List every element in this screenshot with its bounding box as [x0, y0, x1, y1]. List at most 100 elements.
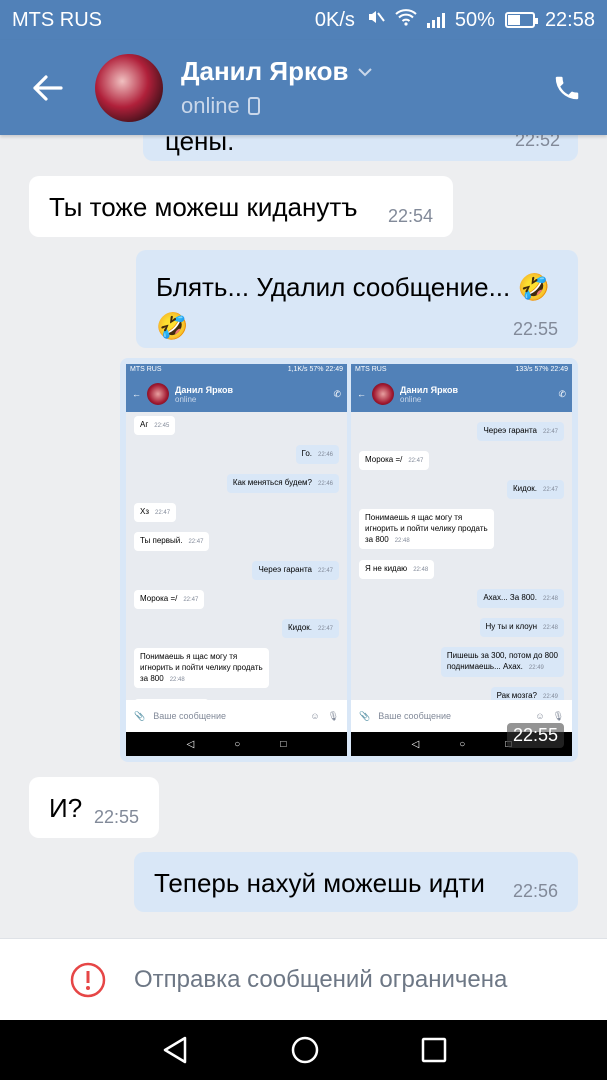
mini-message-text: Череэ гаранта [483, 426, 537, 435]
mini-message-text: Ну ты и клоун [485, 622, 537, 631]
contact-status: online [181, 93, 240, 118]
mini-message-time: 22:46 [317, 452, 333, 458]
message-text: Теперь нахуй можешь идти [154, 868, 485, 898]
contact-name: Данил Ярков [181, 56, 349, 86]
message-bubble[interactable]: Ты тоже можеш киданутъ 22:54 [29, 176, 453, 237]
mini-message-bubble: Понимаешь я щас могу тя игнорить и пойти… [359, 509, 494, 550]
call-button[interactable] [527, 73, 607, 103]
phone-icon: ✆ [333, 388, 341, 399]
mobile-icon [247, 97, 260, 115]
mini-message-text: Хз [140, 507, 150, 516]
home-circle-icon: ○ [234, 738, 241, 750]
mini-message-time: 22:48 [413, 567, 429, 573]
mini-message-time: 22:49 [528, 664, 544, 671]
avatar[interactable] [95, 53, 163, 122]
recents-square-icon[interactable] [421, 1037, 447, 1063]
battery-percent: 57% [309, 366, 324, 373]
mute-icon [365, 7, 385, 33]
mini-message-bubble: Ахах... За 800. 22:48 [477, 589, 564, 608]
mini-message-text: Рак мозга? [496, 691, 537, 700]
message-time: 22:55 [512, 319, 558, 339]
message-time: 22:55 [506, 723, 564, 748]
message-list: Череэ гаранта 22:47 Морока =/ 22:47 Кидок. 22… [351, 412, 572, 706]
mini-message-bubble: Ну ты и клоун 22:48 [479, 618, 564, 637]
paperclip-icon: 📎 [134, 710, 146, 721]
battery-icon [504, 12, 538, 28]
image-message[interactable]: MTS RUS 1,1K/s 57% 22:49 ← Данил Ярков onl… [120, 358, 578, 762]
wifi-icon [395, 8, 417, 32]
net-speed: 1,1K/s [287, 366, 308, 373]
mini-message-time: 22:46 [317, 481, 333, 487]
message-text: И? [49, 793, 83, 823]
mini-message-time: 22:47 [317, 626, 333, 632]
mini-message-time: 22:47 [317, 568, 333, 574]
mini-message-bubble: Кидок. 22:47 [507, 480, 564, 499]
microphone-icon: 🎙 [552, 710, 564, 721]
mini-message-time: 22:48 [394, 537, 410, 544]
mini-message-bubble: Череэ гаранта 22:47 [252, 561, 339, 580]
mini-message-bubble: Морока =/ 22:47 [359, 451, 430, 470]
net-speed: 0K/s [314, 8, 355, 31]
phone-icon: ✆ [558, 388, 566, 399]
net-speed: 133/s [515, 366, 533, 373]
mini-message-text: Кидок. [513, 484, 537, 493]
message-time: 22:56 [512, 881, 558, 901]
restriction-notice: Отправка сообщений ограничена [0, 938, 607, 1020]
screenshot-left: MTS RUS 1,1K/s 57% 22:49 ← Данил Ярков onl… [126, 364, 347, 756]
mini-message-bubble: Ты первый. 22:47 [134, 532, 210, 551]
clock: 22:49 [325, 366, 343, 373]
avatar [147, 383, 169, 405]
mini-message-bubble: Пишешь за 300, потом до 800 поднимаешь..… [440, 647, 564, 677]
phone-icon [555, 76, 579, 99]
mini-message-text: Морока =/ [365, 455, 403, 464]
mini-message-bubble: Как меняться будем? 22:46 [226, 474, 339, 493]
mini-message-text: Морока =/ [140, 594, 178, 603]
clock: 22:49 [550, 366, 568, 373]
message-text: Блять... Удалил сообщение... 🤣 🤣 [156, 272, 550, 341]
chevron-down-icon [357, 67, 372, 76]
mini-message-bubble: Аг 22:45 [134, 416, 176, 435]
paperclip-icon: 📎 [359, 710, 371, 721]
clock: 22:58 [544, 8, 595, 31]
message-list: Аг 22:45 Го. 22:46 Как меняться будем? 22:46 Х… [126, 412, 347, 718]
signal-icon [426, 12, 445, 28]
message-bubble[interactable]: Теперь нахуй можешь идти 22:56 [134, 852, 578, 912]
mini-message-text: Кидок. [288, 623, 312, 632]
carrier-label: MTS RUS [130, 366, 162, 373]
mini-message-time: 22:48 [169, 676, 185, 683]
contact-status: online [400, 394, 422, 404]
back-triangle-icon[interactable] [161, 1035, 189, 1065]
mini-message-time: 22:48 [542, 596, 558, 602]
screenshot-right: MTS RUS 133/s 57% 22:49 ← Данил Ярков onli… [351, 364, 572, 756]
contact-info[interactable]: Данил Ярков online [181, 56, 527, 119]
mini-message-time: 22:47 [542, 487, 558, 493]
contact-name: Данил Ярков [400, 384, 458, 395]
message-time: 22:54 [387, 206, 433, 226]
mini-message-text: Го. [301, 449, 312, 458]
back-triangle-icon: ◁ [186, 738, 195, 750]
message-bubble[interactable]: И? 22:55 [29, 777, 159, 838]
home-circle-icon[interactable] [290, 1035, 320, 1065]
mini-message-time: 22:47 [408, 458, 424, 464]
mini-message-text: Как меняться будем? [232, 478, 312, 487]
mini-message-time: 22:47 [155, 510, 171, 516]
emoji-icon: ☺ [535, 711, 545, 721]
chat-header: Данил Ярков online [0, 40, 607, 135]
message-text: Ты тоже можеш киданутъ [49, 192, 358, 222]
mini-message-bubble: Череэ гаранта 22:47 [477, 422, 564, 441]
carrier-label: MTS RUS [12, 8, 102, 31]
message-bubble[interactable]: Блять... Удалил сообщение... 🤣 🤣 22:55 [136, 250, 578, 348]
mini-message-text: Ахах... За 800. [483, 593, 537, 602]
mini-message-time: 22:47 [183, 597, 199, 603]
mini-message-bubble: Хз 22:47 [134, 503, 177, 522]
mini-message-bubble: Го. 22:46 [295, 445, 339, 464]
home-circle-icon: ○ [459, 738, 466, 750]
mini-message-bubble: Кидок. 22:47 [282, 619, 339, 638]
mini-message-bubble: Я не кидаю 22:48 [359, 560, 435, 579]
mini-message-text: Понимаешь я щас могу тя игнорить и пойти… [140, 652, 263, 683]
arrow-left-icon: ← [132, 389, 141, 399]
mini-message-time: 22:45 [154, 423, 170, 429]
back-button[interactable] [0, 40, 95, 135]
mini-message-bubble: Понимаешь я щас могу тя игнорить и пойти… [134, 648, 269, 689]
mini-message-time: 22:47 [188, 539, 204, 545]
